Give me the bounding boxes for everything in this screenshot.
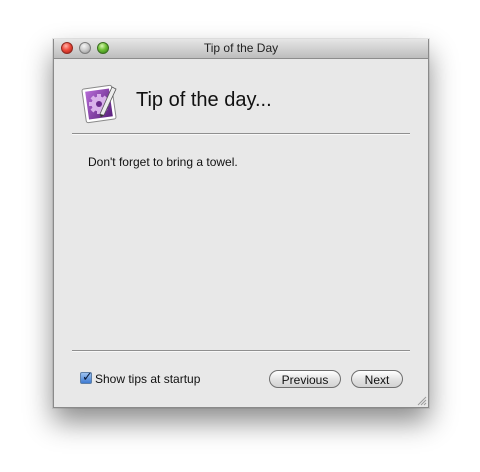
title-bar[interactable]: Tip of the Day [54, 39, 428, 59]
top-divider [72, 133, 410, 135]
checkmark-icon: ✓ [82, 369, 93, 384]
show-tips-checkbox[interactable]: ✓ [80, 369, 93, 384]
tip-of-the-day-window: Tip of the Day Tip of the day... Don't f… [53, 39, 429, 408]
tip-text: Don't forget to bring a towel. [88, 155, 238, 169]
tip-heading: Tip of the day... [136, 89, 272, 111]
next-button[interactable]: Next [351, 370, 403, 388]
window-title: Tip of the Day [203, 41, 279, 55]
settings-pencil-icon [81, 84, 117, 124]
show-tips-label[interactable]: Show tips at startup [95, 372, 200, 386]
bottom-divider [72, 350, 410, 352]
previous-button[interactable]: Previous [269, 370, 341, 388]
resize-grip-icon[interactable] [417, 396, 427, 406]
